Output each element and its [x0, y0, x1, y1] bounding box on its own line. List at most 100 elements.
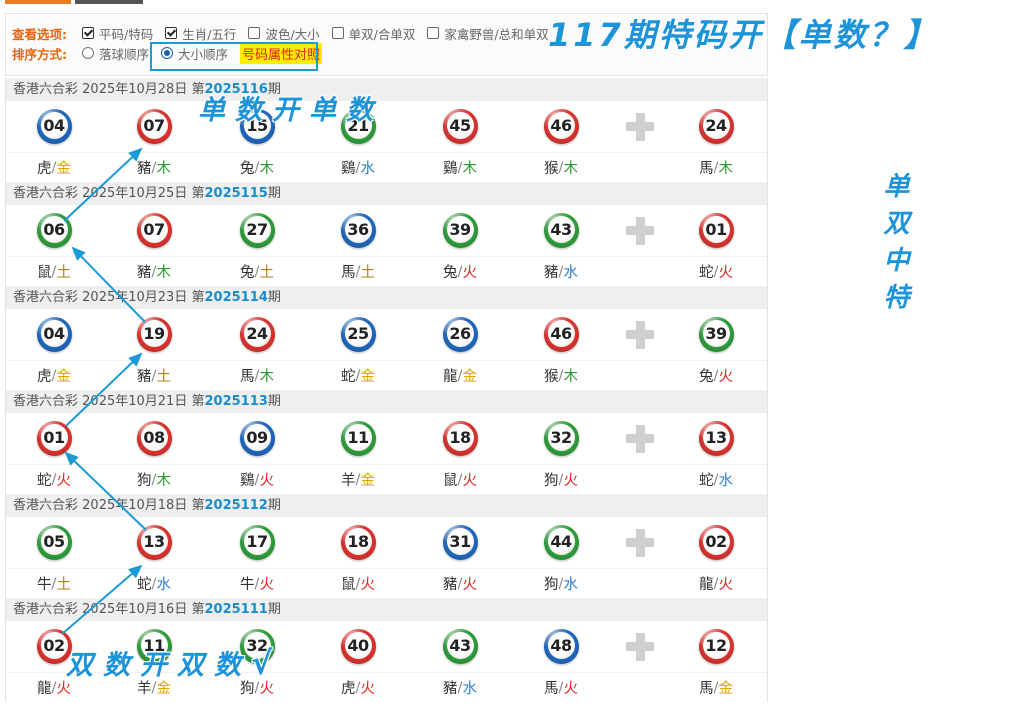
number-ball: 18: [340, 525, 376, 560]
ball-number: 04: [40, 320, 68, 347]
ball-cell: 48: [512, 629, 610, 664]
ball-cell: 17: [206, 525, 308, 560]
ball-number: 43: [547, 216, 575, 243]
element-name: 土: [259, 265, 274, 281]
ball-cell: 36: [308, 213, 408, 248]
element-name: 火: [462, 265, 477, 281]
checkbox[interactable]: [427, 27, 440, 39]
zodiac-name: 蛇: [37, 473, 52, 489]
issue-suffix: 期: [267, 290, 281, 305]
lottery-name: 香港六合彩: [13, 290, 79, 305]
element-name: 木: [156, 473, 171, 489]
checkbox[interactable]: [248, 27, 261, 39]
top-tab-active[interactable]: [5, 0, 71, 4]
zodiac-name: 猴: [544, 369, 559, 385]
zodiac-cell: 虎 / 金: [6, 365, 102, 386]
zodiac-name: 兔: [443, 265, 458, 281]
even-note-text: 双数开双数: [66, 650, 251, 681]
zodiac-cell: 豬 / 水: [512, 261, 610, 282]
zodiac-name: 龍: [37, 681, 52, 697]
zodiac-name: 龍: [699, 577, 714, 593]
element-name: 火: [259, 577, 274, 593]
special-ball-cell: 39: [670, 317, 762, 352]
top-tab[interactable]: [75, 0, 143, 4]
draw-date: 2025年10月25日: [82, 186, 188, 201]
element-name: 水: [718, 473, 733, 489]
zodiac-name: 鼠: [37, 265, 52, 281]
ball-number: 43: [446, 632, 474, 659]
radio-button[interactable]: [82, 47, 94, 59]
number-ball: 40: [340, 629, 376, 664]
option-poultry-beast[interactable]: 家禽野兽/总和单双: [427, 24, 549, 43]
element-name: 火: [259, 473, 274, 489]
lottery-name: 香港六合彩: [13, 186, 79, 201]
zodiac-name: 狗: [544, 577, 559, 593]
zodiac-name: 蛇: [699, 265, 714, 281]
ball-cell: 45: [408, 109, 512, 144]
ball-number: 26: [446, 320, 474, 347]
zodiac-cell: 兔 / 火: [670, 365, 762, 386]
checkbox[interactable]: [165, 27, 178, 39]
ball-number: 24: [243, 320, 271, 347]
ball-cell: 25: [308, 317, 408, 352]
checkbox[interactable]: [331, 27, 344, 39]
ball-cell: 39: [408, 213, 512, 248]
ball-cell: 07: [102, 213, 206, 248]
number-ball: 06: [36, 213, 72, 248]
checkbox[interactable]: [82, 27, 94, 39]
element-name: 火: [718, 369, 733, 385]
zodiac-cell: 馬 / 木: [206, 365, 308, 386]
zodiac-cell: 龍 / 金: [408, 365, 512, 386]
option-odd-even[interactable]: 单双/合单双: [331, 24, 415, 43]
element-name: 土: [56, 265, 71, 281]
ball-cell: 46: [512, 317, 610, 352]
ball-row: 06 07 27 36 39 43 01: [6, 205, 767, 257]
ball-cell: 01: [6, 421, 102, 456]
zodiac-name: 兔: [699, 369, 714, 385]
odd-note-annotation: 单数开单数: [198, 95, 383, 126]
zodiac-cell: 兔 / 木: [206, 157, 308, 178]
element-name: 木: [462, 161, 477, 177]
draw-header: 香港六合彩 2025年10月18日 第2025112期: [6, 494, 767, 517]
headline-annotation: 117期特码开【单数？】: [548, 16, 939, 54]
side-note-annotation: 单双中特: [879, 172, 909, 320]
ball-number: 27: [243, 216, 271, 243]
option-flat-special[interactable]: 平码/特码: [82, 24, 153, 43]
plus-icon: [626, 112, 654, 141]
lottery-name: 香港六合彩: [13, 394, 79, 409]
sort-draw-order[interactable]: 落球顺序: [82, 44, 149, 63]
zodiac-name: 兔: [240, 161, 255, 177]
option-color-size[interactable]: 波色/大小: [248, 24, 320, 43]
zodiac-name: 馬: [699, 161, 714, 177]
issue-prefix: 第: [191, 602, 205, 617]
number-ball: 26: [442, 317, 478, 352]
ball-row: 04 07 15 21 45 46 24: [6, 101, 767, 153]
ball-number: 32: [547, 424, 575, 451]
ball-number: 02: [40, 632, 68, 659]
view-options-row: 查看选项: 平码/特码 生肖/五行 波色/大小 单双/合单双 家禽野兽/总和单双: [12, 24, 561, 42]
number-ball: 04: [36, 109, 72, 144]
zodiac-name: 虎: [37, 161, 52, 177]
element-name: 水: [462, 681, 477, 697]
ball-number: 19: [140, 320, 168, 347]
zodiac-cell: 狗 / 木: [102, 469, 206, 490]
zodiac-name: 馬: [544, 681, 559, 697]
sort-options-label: 排序方式:: [12, 46, 67, 62]
element-name: 木: [259, 161, 274, 177]
option-zodiac-element[interactable]: 生肖/五行: [165, 24, 236, 43]
element-name: 金: [462, 369, 477, 385]
ball-cell: 31: [408, 525, 512, 560]
zodiac-cell: 龍 / 火: [670, 573, 762, 594]
element-name: 金: [56, 369, 71, 385]
zodiac-cell: 狗 / 水: [512, 573, 610, 594]
even-note-annotation: 双数开双数√: [66, 643, 272, 682]
zodiac-name: 馬: [341, 265, 356, 281]
zodiac-name: 鷄: [443, 161, 458, 177]
ball-number: 46: [547, 112, 575, 139]
zodiac-name: 豬: [137, 161, 152, 177]
number-ball: 39: [442, 213, 478, 248]
ball-cell: 32: [512, 421, 610, 456]
zodiac-name: 蛇: [699, 473, 714, 489]
ball-cell: 08: [102, 421, 206, 456]
draw-header: 香港六合彩 2025年10月16日 第2025111期: [6, 598, 767, 621]
